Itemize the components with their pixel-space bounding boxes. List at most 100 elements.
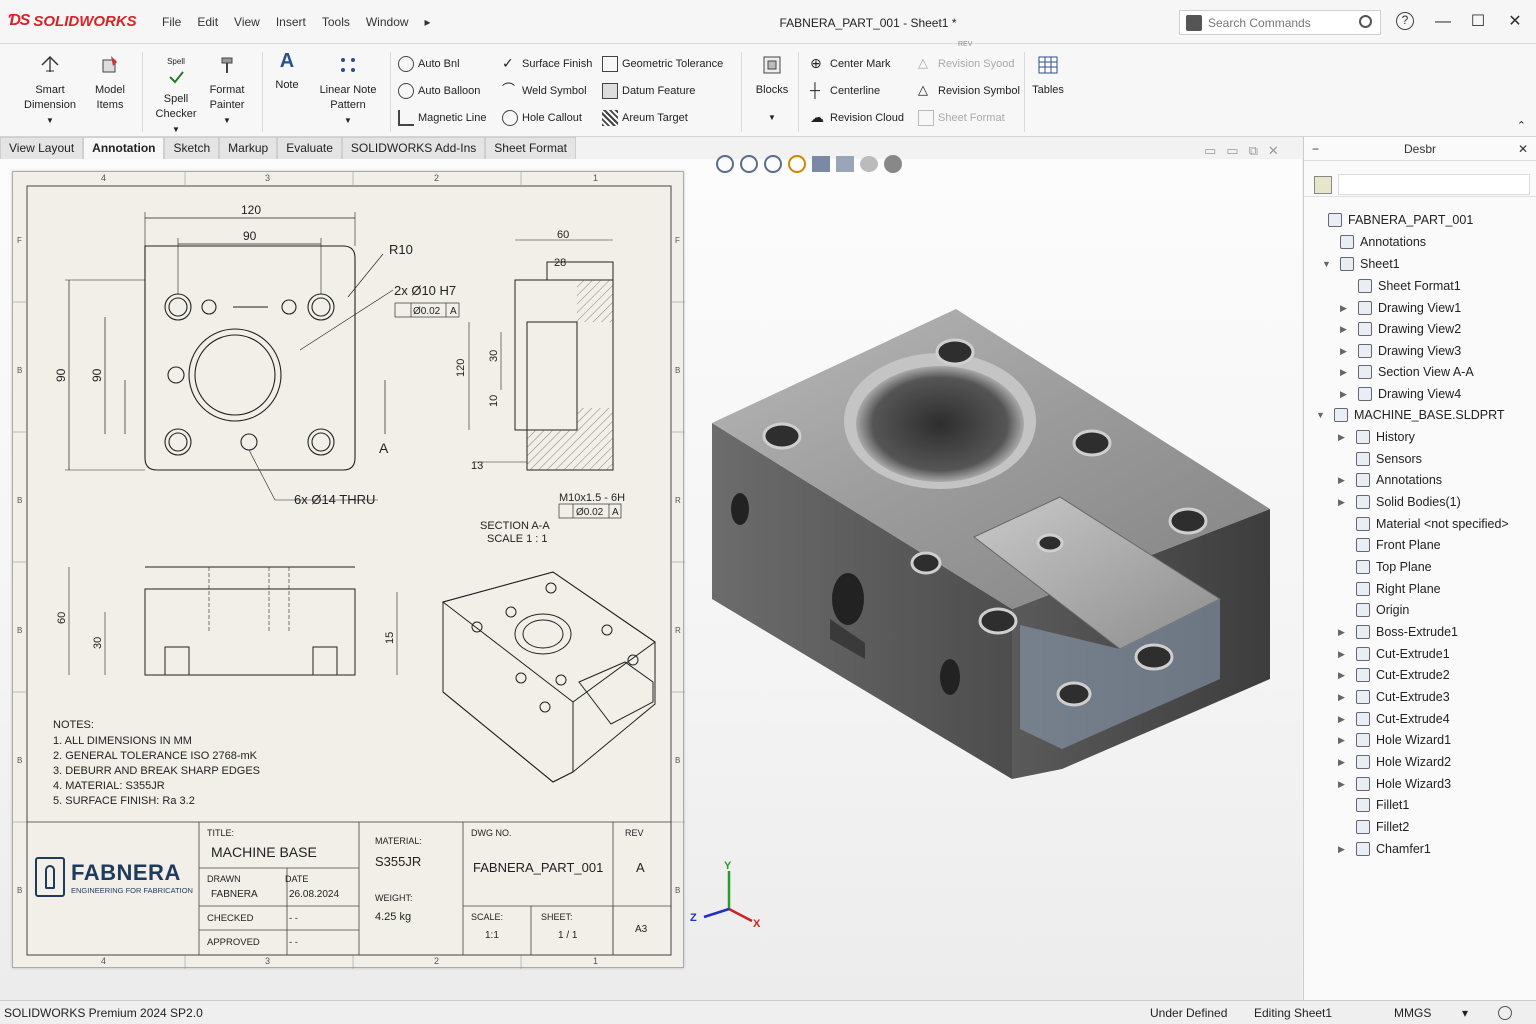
spell-checker-button[interactable]: Spell Spell Checker ▼ <box>150 54 202 137</box>
tree-item-front-plane[interactable]: Front Plane <box>1356 535 1441 555</box>
chevron-down-icon[interactable]: ▼ <box>20 113 80 128</box>
revision-cloud-button[interactable]: ☁ Revision Cloud <box>810 110 904 126</box>
tree-item-machine-base-sldprt[interactable]: ▼ MACHINE_BASE.SLDPRT <box>1316 405 1505 425</box>
expand-arrow-icon[interactable]: ▶ <box>1338 757 1345 768</box>
dynamic-annotation-icon[interactable] <box>788 155 806 173</box>
previous-view-icon[interactable] <box>764 155 782 173</box>
viewport-close-icon[interactable]: ✕ <box>1268 143 1279 159</box>
tree-close-icon[interactable]: ✕ <box>1518 137 1528 161</box>
tree-item-origin[interactable]: Origin <box>1356 600 1409 620</box>
tree-item-drawing-view1[interactable]: ▶ Drawing View1 <box>1340 298 1461 318</box>
tree-item-annotations[interactable]: ▶ Annotations <box>1338 470 1442 490</box>
tables-button[interactable]: Tables <box>1028 54 1068 98</box>
tree-item-chamfer1[interactable]: ▶ Chamfer1 <box>1338 839 1431 859</box>
tree-item-hole-wizard1[interactable]: ▶ Hole Wizard1 <box>1338 730 1451 750</box>
tree-item-drawing-view4[interactable]: ▶ Drawing View4 <box>1340 384 1461 404</box>
expand-arrow-icon[interactable]: ▶ <box>1338 844 1345 855</box>
tab-add-ins[interactable]: SOLIDWORKS Add-Ins <box>341 137 486 159</box>
revision-symbol-button[interactable]: △ Revision Symbol <box>918 83 1020 99</box>
chevron-down-icon[interactable]: ▼ <box>202 113 252 128</box>
auto-bnl-button[interactable]: Auto Bnl <box>398 56 460 72</box>
viewport-tile-icon[interactable]: ▭ <box>1204 143 1216 159</box>
tree-item-history[interactable]: ▶ History <box>1338 427 1415 447</box>
zoom-to-area-icon[interactable] <box>740 155 758 173</box>
3d-model-viewport[interactable] <box>700 299 1290 789</box>
expand-arrow-icon[interactable]: ▶ <box>1338 475 1345 486</box>
units-chevron-icon[interactable]: ▾ <box>1462 1006 1468 1020</box>
auto-balloon-button[interactable]: Auto Balloon <box>398 83 480 99</box>
tree-filter-input[interactable] <box>1338 174 1530 195</box>
tab-markup[interactable]: Markup <box>219 137 278 159</box>
hide-show-items-icon[interactable] <box>860 156 878 172</box>
tab-sheet-format[interactable]: Sheet Format <box>485 137 576 159</box>
tree-item-drawing-view2[interactable]: ▶ Drawing View2 <box>1340 319 1461 339</box>
close-icon[interactable]: ✕ <box>1505 12 1525 32</box>
tree-item-section-view-a-a[interactable]: ▶ Section View A-A <box>1340 362 1474 382</box>
tree-item-material-not-specified[interactable]: Material <not specified> <box>1356 514 1509 534</box>
tree-item-boss-extrude1[interactable]: ▶ Boss-Extrude1 <box>1338 622 1458 642</box>
tab-sketch[interactable]: Sketch <box>164 137 220 159</box>
chevron-down-icon[interactable]: ▼ <box>150 122 202 137</box>
chevron-down-icon[interactable]: ▼ <box>312 113 384 128</box>
centerline-button[interactable]: ┼ Centerline <box>810 83 880 99</box>
center-mark-button[interactable]: ⊕ Center Mark <box>810 56 891 72</box>
expand-arrow-icon[interactable]: ▶ <box>1338 670 1345 681</box>
expand-arrow-icon[interactable]: ▶ <box>1340 303 1347 314</box>
tree-item-cut-extrude4[interactable]: ▶ Cut-Extrude4 <box>1338 709 1450 729</box>
expand-arrow-icon[interactable]: ▶ <box>1338 432 1345 443</box>
minimize-icon[interactable]: — <box>1433 12 1453 32</box>
tree-item-hole-wizard3[interactable]: ▶ Hole Wizard3 <box>1338 774 1451 794</box>
tab-annotation[interactable]: Annotation <box>83 137 165 159</box>
tree-item-top-plane[interactable]: Top Plane <box>1356 557 1432 577</box>
zoom-to-fit-icon[interactable] <box>716 155 734 173</box>
geometric-tolerance-button[interactable]: Geometric Tolerance <box>602 56 723 72</box>
viewport-restore-icon[interactable]: ⧉ <box>1249 143 1258 159</box>
help-icon[interactable]: ? <box>1396 12 1414 30</box>
display-style-icon[interactable] <box>836 156 854 172</box>
tree-item-fillet2[interactable]: Fillet2 <box>1356 817 1409 837</box>
tree-item-cut-extrude2[interactable]: ▶ Cut-Extrude2 <box>1338 665 1450 685</box>
menu-insert[interactable]: Insert <box>268 15 314 29</box>
tree-item-annotations[interactable]: Annotations <box>1340 232 1426 252</box>
drawing-sheet[interactable]: 120 90 R10 2x Ø10 H7 90 90 A 6x Ø14 THRU… <box>12 171 685 969</box>
appearance-icon[interactable] <box>884 155 902 173</box>
expand-arrow-icon[interactable]: ▶ <box>1338 779 1345 790</box>
tree-pin-icon[interactable]: − <box>1312 137 1319 161</box>
menu-pin-icon[interactable]: ▸ <box>417 15 439 29</box>
tree-item-drawing-view3[interactable]: ▶ Drawing View3 <box>1340 341 1461 361</box>
weld-symbol-button[interactable]: ⌒ Weld Symbol <box>502 83 587 99</box>
magnetic-line-button[interactable]: Magnetic Line <box>398 110 487 126</box>
expand-arrow-icon[interactable]: ▶ <box>1340 389 1347 400</box>
chevron-down-icon[interactable]: ▼ <box>752 110 792 125</box>
tree-item-sensors[interactable]: Sensors <box>1356 449 1422 469</box>
expand-arrow-icon[interactable]: ▶ <box>1338 649 1345 660</box>
expand-arrow-icon[interactable]: ▶ <box>1338 627 1345 638</box>
tree-item-cut-extrude1[interactable]: ▶ Cut-Extrude1 <box>1338 644 1450 664</box>
datum-target-button[interactable]: Areum Target <box>602 110 688 126</box>
expand-arrow-icon[interactable]: ▶ <box>1340 324 1347 335</box>
note-button[interactable]: A Note <box>268 51 306 93</box>
search-icon[interactable] <box>1359 15 1372 28</box>
datum-feature-button[interactable]: Datum Feature <box>602 83 695 99</box>
tree-item-solid-bodies-1[interactable]: ▶ Solid Bodies(1) <box>1338 492 1461 512</box>
expand-arrow-icon[interactable]: ▶ <box>1338 735 1345 746</box>
viewport-minimize-icon[interactable]: ▭ <box>1226 143 1238 159</box>
blocks-button[interactable]: Blocks ▼ <box>752 54 792 125</box>
format-painter-button[interactable]: Format Painter ▼ <box>202 54 252 128</box>
collapse-arrow-icon[interactable]: ▼ <box>1322 259 1331 269</box>
tree-item-sheet1[interactable]: ▼ Sheet1 <box>1322 254 1400 274</box>
graphics-area[interactable]: ▭ ▭ ⧉ ✕ 120 90 R10 2x Ø10 H7 90 90 A 6x … <box>0 143 1302 1000</box>
linear-note-pattern-button[interactable]: Linear Note Pattern ▼ <box>312 54 384 128</box>
tab-evaluate[interactable]: Evaluate <box>277 137 342 159</box>
hole-callout-button[interactable]: Hole Callout <box>502 110 582 126</box>
units-selector[interactable]: MMGS <box>1394 1006 1431 1020</box>
tree-item-fabnera-part-001[interactable]: FABNERA_PART_001 <box>1328 210 1473 230</box>
maximize-icon[interactable]: ☐ <box>1468 12 1488 32</box>
surface-finish-button[interactable]: ✓ Surface Finish <box>502 56 592 72</box>
view-orientation-icon[interactable] <box>812 156 830 172</box>
menu-file[interactable]: File <box>154 15 189 29</box>
collapse-arrow-icon[interactable]: ▼ <box>1316 410 1325 420</box>
tree-item-right-plane[interactable]: Right Plane <box>1356 579 1441 599</box>
tree-item-fillet1[interactable]: Fillet1 <box>1356 795 1409 815</box>
customize-status-icon[interactable] <box>1498 1006 1512 1020</box>
